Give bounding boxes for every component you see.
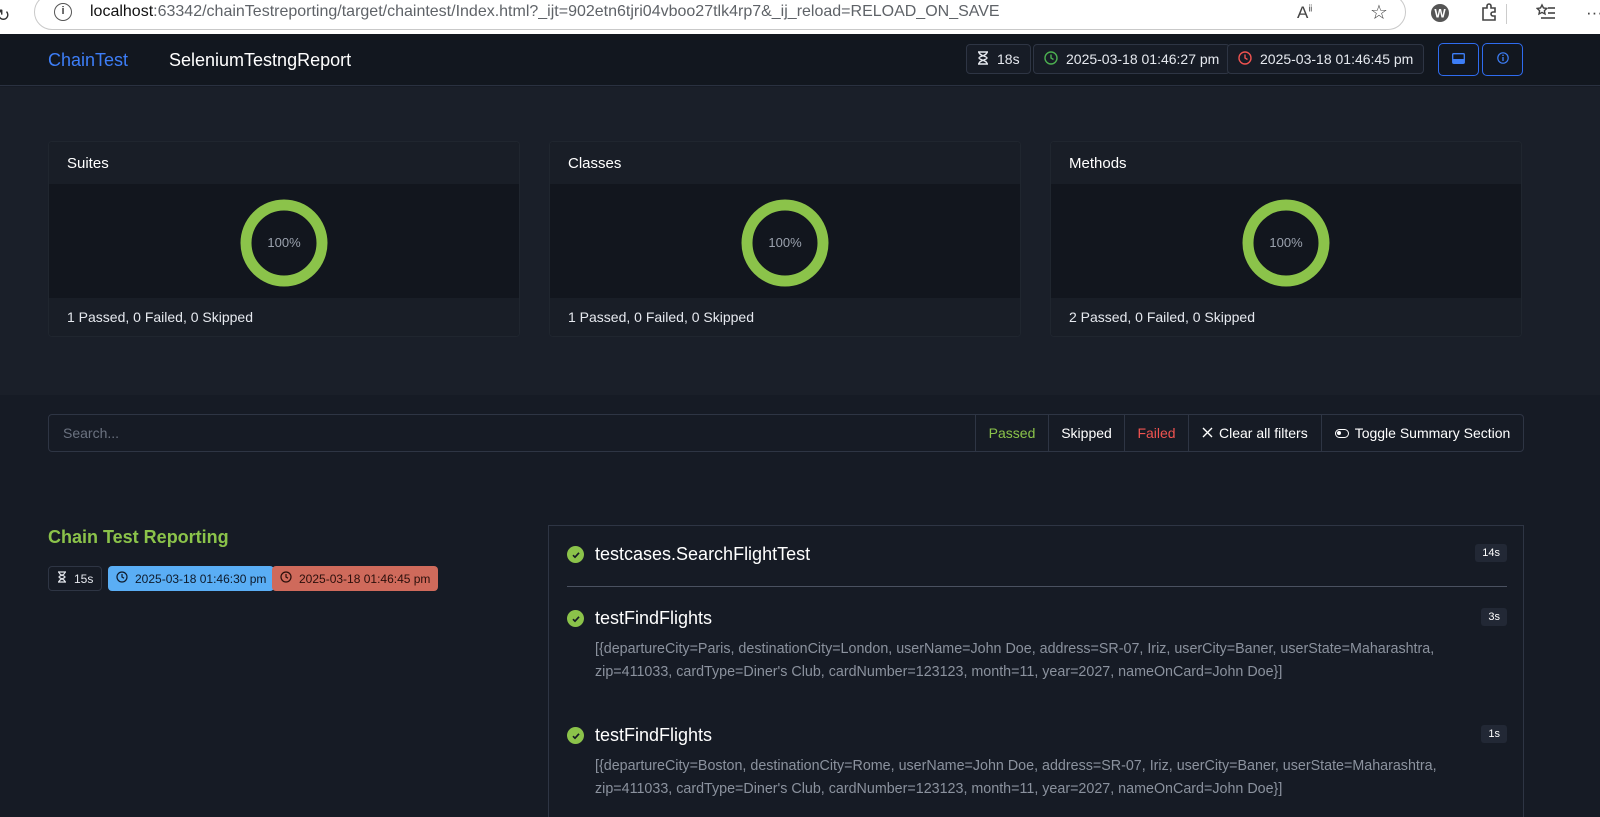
panel-icon [1452,51,1465,69]
brand-logo-text[interactable]: ChainTest [48,50,128,71]
toggle-summary-label: Toggle Summary Section [1354,425,1511,441]
suite-end-badge: 2025-03-18 01:46:45 pm [272,566,439,591]
app-header: ChainTest SeleniumTestngReport 18s 2025-… [0,34,1600,86]
test-method-name: testFindFlights [595,608,713,628]
suite-title[interactable]: Chain Test Reporting [48,527,229,548]
divider [567,586,1507,587]
favorite-star-icon[interactable]: ☆ [1370,0,1388,25]
classes-card: Classes 100% 1 Passed, 0 Failed, 0 Skipp… [549,141,1021,337]
test-method-params: [{departureCity=Boston, destinationCity=… [595,758,1437,797]
card-footer: 2 Passed, 0 Failed, 0 Skipped [1051,298,1521,336]
classes-donut-chart: 100% [741,199,829,287]
url-host: localhost [90,3,154,20]
suites-card: Suites 100% 1 Passed, 0 Failed, 0 Skippe… [48,141,520,337]
toggle-icon [1334,428,1349,438]
filter-failed-button[interactable]: Failed [1124,415,1188,451]
pass-check-icon [567,546,584,563]
test-class-duration: 14s [1475,544,1507,562]
search-input[interactable] [49,415,975,451]
card-chart-area: 100% [1051,184,1521,298]
card-title: Suites [49,142,519,184]
test-results-panel: testcases.SearchFlightTest 14s testFindF… [548,525,1524,817]
total-duration-chip: 18s [966,44,1031,74]
suite-duration: 15s [74,571,94,586]
suite-start-badge: 2025-03-18 01:46:30 pm [108,566,275,591]
suite-end-time: 2025-03-18 01:46:45 pm [299,571,431,586]
total-duration: 18s [997,51,1020,67]
read-aloud-icon[interactable]: Aⅱ [1297,3,1312,23]
close-icon [1202,425,1213,441]
hourglass-icon [57,571,67,586]
test-class-name: testcases.SearchFlightTest [595,544,811,564]
donut-percent: 100% [267,235,301,250]
toolbar-separator [1506,4,1507,24]
methods-card: Methods 100% 2 Passed, 0 Failed, 0 Skipp… [1050,141,1522,337]
profile-w-icon[interactable]: W [1430,3,1450,28]
favorites-list-icon[interactable] [1535,3,1556,26]
filter-passed-button[interactable]: Passed [975,415,1048,451]
card-title: Classes [550,142,1020,184]
test-method-duration: 3s [1481,608,1507,626]
site-info-icon[interactable]: i [54,3,72,21]
card-chart-area: 100% [49,184,519,298]
extensions-puzzle-icon[interactable] [1480,3,1498,26]
svg-text:W: W [1434,7,1446,21]
card-chart-area: 100% [550,184,1020,298]
card-footer: 1 Passed, 0 Failed, 0 Skipped [49,298,519,336]
donut-percent: 100% [768,235,802,250]
methods-donut-chart: 100% [1242,199,1330,287]
suites-donut-chart: 100% [240,199,328,287]
clock-end-icon [1238,50,1252,68]
test-method-params: [{departureCity=Paris, destinationCity=L… [595,641,1435,680]
info-button[interactable] [1482,43,1523,76]
clear-filters-label: Clear all filters [1219,425,1308,441]
test-method-row[interactable]: testFindFlights 1s [{departureCity=Bosto… [567,725,1507,805]
filter-skipped-button[interactable]: Skipped [1048,415,1124,451]
clock-icon [116,571,128,586]
test-method-name: testFindFlights [595,725,713,745]
test-class-row[interactable]: testcases.SearchFlightTest 14s [567,544,1507,574]
clock-icon [280,571,292,586]
more-menu-icon[interactable]: ··· [1586,3,1600,23]
reload-icon[interactable]: ↻ [0,6,10,26]
start-time: 2025-03-18 01:46:27 pm [1066,51,1220,67]
test-method-duration: 1s [1481,725,1507,743]
donut-percent: 100% [1269,235,1303,250]
suite-start-time: 2025-03-18 01:46:30 pm [135,571,267,586]
report-title: SeleniumTestngReport [169,50,352,70]
test-method-row[interactable]: testFindFlights 3s [{departureCity=Paris… [567,608,1507,688]
url-path: :63342/chainTestreporting/target/chainte… [153,3,1000,20]
end-time-chip: 2025-03-18 01:46:45 pm [1227,44,1425,74]
start-time-chip: 2025-03-18 01:46:27 pm [1033,44,1231,74]
card-title: Methods [1051,142,1521,184]
clear-filters-button[interactable]: Clear all filters [1188,415,1321,451]
info-icon [1496,51,1509,69]
end-time: 2025-03-18 01:46:45 pm [1260,51,1414,67]
card-footer: 1 Passed, 0 Failed, 0 Skipped [550,298,1020,336]
browser-toolbar: ↻ i localhost:63342/chainTestreporting/t… [0,0,1600,34]
pass-check-icon [567,727,584,744]
toggle-summary-button[interactable]: Toggle Summary Section [1320,415,1524,451]
url-text[interactable]: localhost:63342/chainTestreporting/targe… [90,3,1000,21]
summary-section: Suites 100% 1 Passed, 0 Failed, 0 Skippe… [0,87,1600,395]
hourglass-icon [977,50,989,68]
suite-duration-badge: 15s [48,566,103,591]
pass-check-icon [567,610,584,627]
layout-toggle-button[interactable] [1438,43,1479,76]
filter-bar: Passed Skipped Failed Clear all filters … [48,414,1524,452]
clock-start-icon [1044,50,1058,68]
